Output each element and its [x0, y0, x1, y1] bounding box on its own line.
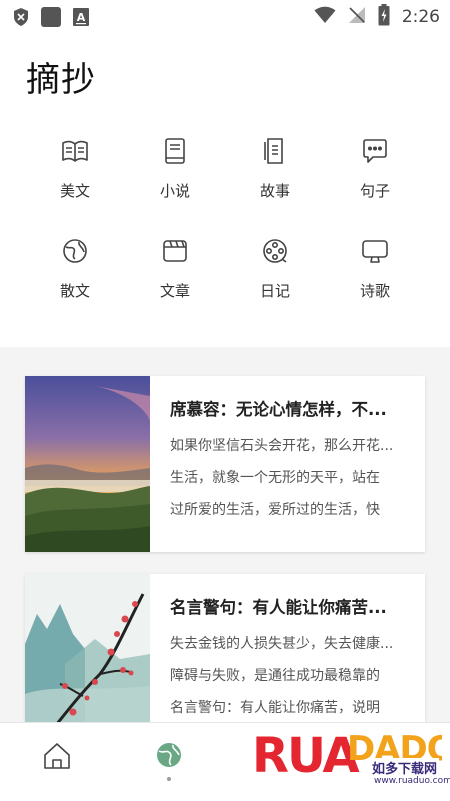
category-gushi[interactable]: 故事	[225, 132, 325, 212]
open-book-icon	[25, 136, 125, 166]
article-excerpt-line: 障碍与失败，是通往成功最稳靠的	[170, 668, 380, 684]
watermark-subtitle: 如多下载网	[370, 758, 440, 777]
category-label: 美文	[59, 182, 90, 200]
article-excerpt-line: 如果你坚信石头会开花，那么开花...	[170, 438, 394, 454]
stacked-pages-icon	[225, 136, 325, 166]
home-icon	[27, 743, 87, 781]
article-title: 席慕容：无论心情怎样，不...	[170, 400, 387, 419]
globe-icon	[25, 236, 125, 266]
clapperboard-icon	[125, 236, 225, 266]
watermark-url: www.ruaduo.com	[372, 776, 450, 786]
category-juzi[interactable]: 句子	[325, 132, 425, 212]
clock-time: 2:26	[401, 7, 440, 27]
article-excerpt-line: 失去金钱的人损失甚少，失去健康...	[170, 636, 394, 652]
svg-text:A: A	[77, 11, 86, 24]
article-excerpt-line: 过所爱的生活，爱所过的生活，快	[170, 502, 380, 518]
wifi-icon	[314, 6, 336, 28]
category-label: 小说	[159, 182, 190, 200]
category-label: 散文	[59, 282, 90, 300]
active-indicator-dot	[167, 777, 171, 781]
square-icon	[40, 6, 62, 32]
article-card[interactable]: 席慕容：无论心情怎样，不... 如果你坚信石头会开花，那么开花... 生活，就象…	[25, 376, 425, 552]
film-reel-icon	[225, 236, 325, 266]
category-label: 诗歌	[359, 282, 390, 300]
category-shige[interactable]: 诗歌	[325, 232, 425, 312]
book-icon	[125, 136, 225, 166]
category-riji[interactable]: 日记	[225, 232, 325, 312]
tab-discover[interactable]	[139, 737, 199, 787]
category-label: 故事	[259, 182, 290, 200]
page-title: 摘抄	[26, 60, 96, 100]
category-label: 日记	[259, 282, 290, 300]
shield-icon	[12, 7, 30, 31]
status-bar: A 2:26	[0, 0, 450, 32]
category-label: 文章	[159, 282, 190, 300]
chat-bubble-icon	[325, 136, 425, 166]
category-label: 句子	[359, 182, 390, 200]
watermark-logo: RUA DADO 如多下载网 www.ruaduo.com	[252, 722, 450, 800]
monitor-icon	[325, 236, 425, 266]
article-excerpt-line: 生活，就象一个无形的天平，站在	[170, 470, 380, 486]
article-title: 名言警句：有人能让你痛苦...	[170, 598, 387, 617]
category-wenzhang[interactable]: 文章	[125, 232, 225, 312]
tab-home[interactable]	[27, 737, 87, 787]
article-excerpt-line: 名言警句：有人能让你痛苦，说明	[170, 700, 380, 716]
font-a-icon: A	[72, 7, 90, 31]
category-xiaoshuo[interactable]: 小说	[125, 132, 225, 212]
article-feed[interactable]: 席慕容：无论心情怎样，不... 如果你坚信石头会开花，那么开花... 生活，就象…	[0, 347, 450, 750]
no-signal-icon	[348, 6, 366, 28]
battery-charging-icon	[378, 4, 390, 30]
category-sanwen[interactable]: 散文	[25, 232, 125, 312]
article-thumbnail	[25, 376, 150, 552]
category-meiwen[interactable]: 美文	[25, 132, 125, 212]
svg-text:RUA: RUA	[252, 728, 359, 782]
